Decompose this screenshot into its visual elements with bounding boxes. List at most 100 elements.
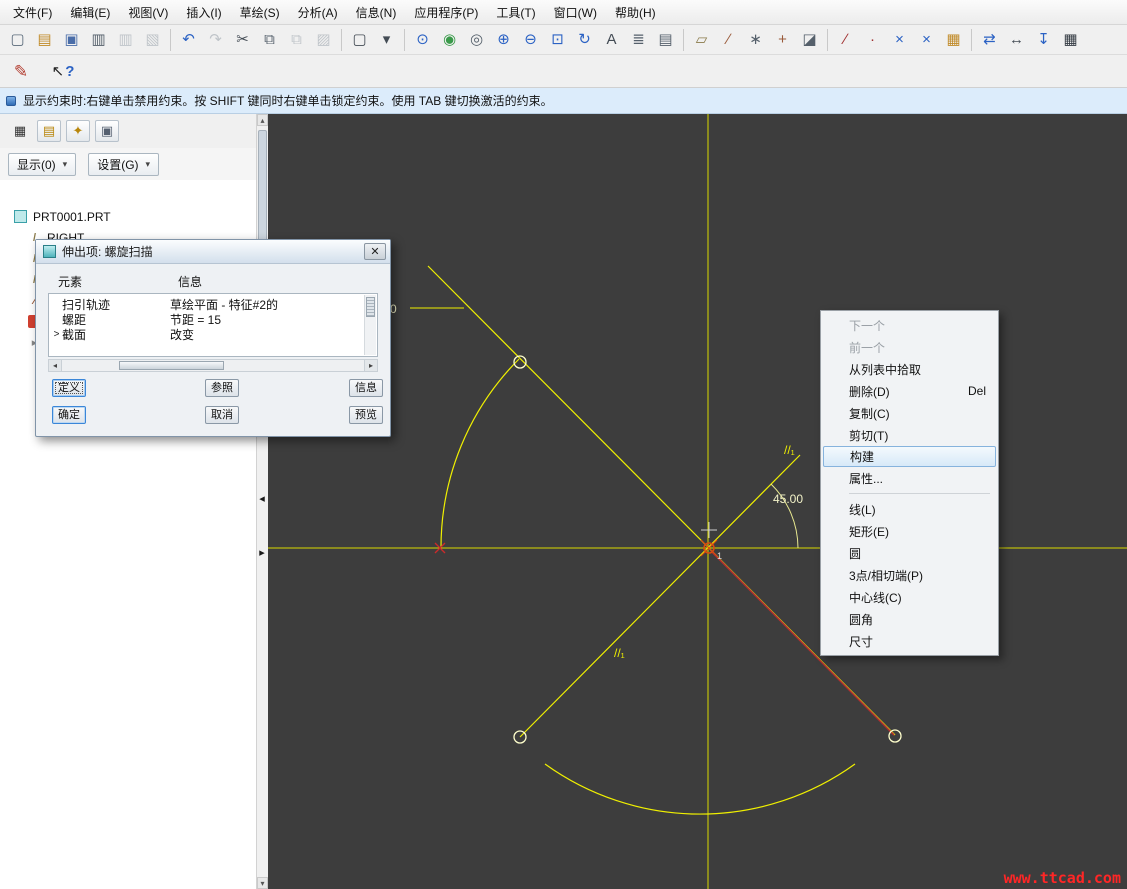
sketcher-mode-icon[interactable]: ✎: [6, 57, 36, 85]
favorites-icon[interactable]: ✦: [66, 120, 90, 142]
menu-applications[interactable]: 应用程序(P): [405, 0, 487, 25]
grid-icon[interactable]: ▦: [1057, 27, 1084, 53]
menu-help[interactable]: 帮助(H): [606, 0, 665, 25]
element-row[interactable]: 螺距 节距 = 15: [51, 312, 361, 327]
saved-views-icon[interactable]: A: [598, 27, 625, 53]
redo-icon[interactable]: ↷: [202, 27, 229, 53]
zoom-out-icon[interactable]: ⊖: [517, 27, 544, 53]
model-tree-toggle-icon[interactable]: ▦: [8, 120, 32, 142]
view-manager-icon[interactable]: ▤: [652, 27, 679, 53]
ok-button[interactable]: 确定: [52, 406, 86, 424]
menu-sketch[interactable]: 草绘(S): [231, 0, 289, 25]
copy-icon[interactable]: ⧉: [256, 27, 283, 53]
undo-icon[interactable]: ↶: [175, 27, 202, 53]
point-tool-icon[interactable]: ·: [859, 27, 886, 53]
swap-views-icon[interactable]: ⇄: [976, 27, 1003, 53]
ctx-copy[interactable]: 复制(C): [823, 402, 996, 424]
settings-dropdown[interactable]: 设置(G) ▾: [88, 153, 159, 176]
ctx-circle[interactable]: 圆: [823, 542, 996, 564]
show-dropdown[interactable]: 显示(0) ▾: [8, 153, 76, 176]
upper-left-arc[interactable]: [441, 359, 519, 548]
panel-collapse-icon[interactable]: ◂: [255, 492, 269, 506]
bottom-arc[interactable]: [545, 764, 855, 814]
scroll-right-icon[interactable]: ▸: [364, 360, 377, 371]
ctx-pick-from-list[interactable]: 从列表中拾取: [823, 358, 996, 380]
history-icon[interactable]: ▣: [95, 120, 119, 142]
preview-button[interactable]: 预览: [349, 406, 383, 424]
info-button[interactable]: 信息: [349, 379, 383, 397]
list-vertical-scrollbar[interactable]: [364, 295, 376, 355]
print-icon[interactable]: ▥: [85, 27, 112, 53]
line-tool-icon[interactable]: ∕: [832, 27, 859, 53]
menu-edit[interactable]: 编辑(E): [61, 0, 119, 25]
menu-info[interactable]: 信息(N): [347, 0, 406, 25]
angle-dimension-label[interactable]: 45.00: [773, 492, 803, 506]
zoom-in-icon[interactable]: ⊕: [490, 27, 517, 53]
highlight-geometry-icon[interactable]: ◉: [436, 27, 463, 53]
define-button[interactable]: 定义: [52, 379, 86, 397]
menu-analysis[interactable]: 分析(A): [289, 0, 347, 25]
tree-item-prt0001[interactable]: PRT0001.PRT: [0, 206, 256, 227]
endpoint-circle[interactable]: [889, 730, 901, 742]
menu-window[interactable]: 窗口(W): [545, 0, 606, 25]
palette-icon[interactable]: ▦: [940, 27, 967, 53]
datum-axis-icon[interactable]: ∕: [715, 27, 742, 53]
datum-point-icon[interactable]: ∗: [742, 27, 769, 53]
ctx-previous[interactable]: 前一个: [823, 336, 996, 358]
panel-expand-icon[interactable]: ▸: [255, 546, 269, 560]
save-file-icon[interactable]: ▣: [58, 27, 85, 53]
delete-segment-icon[interactable]: ×: [886, 27, 913, 53]
sketch-tool-icon[interactable]: ◪: [796, 27, 823, 53]
snap-to-grid-icon[interactable]: ↧: [1030, 27, 1057, 53]
ctx-line[interactable]: 线(L): [823, 498, 996, 520]
scrollbar-thumb[interactable]: [366, 297, 375, 317]
scroll-left-icon[interactable]: ◂: [49, 360, 62, 371]
open-file-icon[interactable]: ▤: [31, 27, 58, 53]
ctx-fillet[interactable]: 圆角: [823, 608, 996, 630]
ctx-3point-tangent[interactable]: 3点/相切端(P): [823, 564, 996, 586]
ctx-delete[interactable]: 删除(D) Del: [823, 380, 996, 402]
close-icon[interactable]: ✕: [364, 243, 386, 260]
fit-width-icon[interactable]: ↔: [1003, 27, 1030, 53]
selection-filter-dropdown-icon[interactable]: ▾: [373, 27, 400, 53]
folder-add-icon[interactable]: ▤: [37, 120, 61, 142]
dialog-title-bar[interactable]: 伸出项: 螺旋扫描 ✕: [36, 240, 390, 264]
zoom-fit-icon[interactable]: ⊡: [544, 27, 571, 53]
panel-scrollbar[interactable]: ▴ ◂ ▸ ▾: [256, 114, 268, 889]
repaint-icon[interactable]: ↻: [571, 27, 598, 53]
ctx-construction[interactable]: 构建: [823, 446, 996, 467]
delete-old-versions-icon[interactable]: ▧: [139, 27, 166, 53]
references-button[interactable]: 参照: [205, 379, 239, 397]
scroll-down-icon[interactable]: ▾: [257, 877, 268, 889]
scrollbar-thumb[interactable]: [119, 361, 224, 370]
selection-filter-icon[interactable]: ▢: [346, 27, 373, 53]
coordinate-system-icon[interactable]: +: [769, 27, 796, 53]
new-file-icon[interactable]: ▢: [4, 27, 31, 53]
ctx-dimension[interactable]: 尺寸: [823, 630, 996, 652]
erase-display-icon[interactable]: ▥: [112, 27, 139, 53]
menu-view[interactable]: 视图(V): [119, 0, 177, 25]
cut-icon[interactable]: ✂: [229, 27, 256, 53]
cancel-button[interactable]: 取消: [205, 406, 239, 424]
ctx-cut[interactable]: 剪切(T): [823, 424, 996, 446]
menu-file[interactable]: 文件(F): [4, 0, 61, 25]
diagonal-line-2[interactable]: [520, 455, 800, 737]
find-icon[interactable]: ◎: [463, 27, 490, 53]
ctx-centerline[interactable]: 中心线(C): [823, 586, 996, 608]
select-items-icon[interactable]: ⊙: [409, 27, 436, 53]
ctx-rectangle[interactable]: 矩形(E): [823, 520, 996, 542]
paste-special-icon[interactable]: ▨: [310, 27, 337, 53]
list-horizontal-scrollbar[interactable]: ◂ ▸: [48, 359, 378, 372]
layers-icon[interactable]: ≣: [625, 27, 652, 53]
menu-tools[interactable]: 工具(T): [487, 0, 544, 25]
element-row[interactable]: 扫引轨迹 草绘平面 - 特征#2的: [51, 297, 361, 312]
element-row[interactable]: > 截面 改变: [51, 327, 361, 342]
paste-icon[interactable]: ⧉: [283, 27, 310, 53]
trim-tool-icon[interactable]: ×: [913, 27, 940, 53]
ctx-properties[interactable]: 属性...: [823, 467, 996, 489]
ctx-next[interactable]: 下一个: [823, 314, 996, 336]
menu-insert[interactable]: 插入(I): [177, 0, 230, 25]
context-help-icon[interactable]: ↖ ?: [48, 57, 78, 85]
scroll-up-icon[interactable]: ▴: [257, 114, 268, 126]
datum-plane-icon[interactable]: ▱: [688, 27, 715, 53]
